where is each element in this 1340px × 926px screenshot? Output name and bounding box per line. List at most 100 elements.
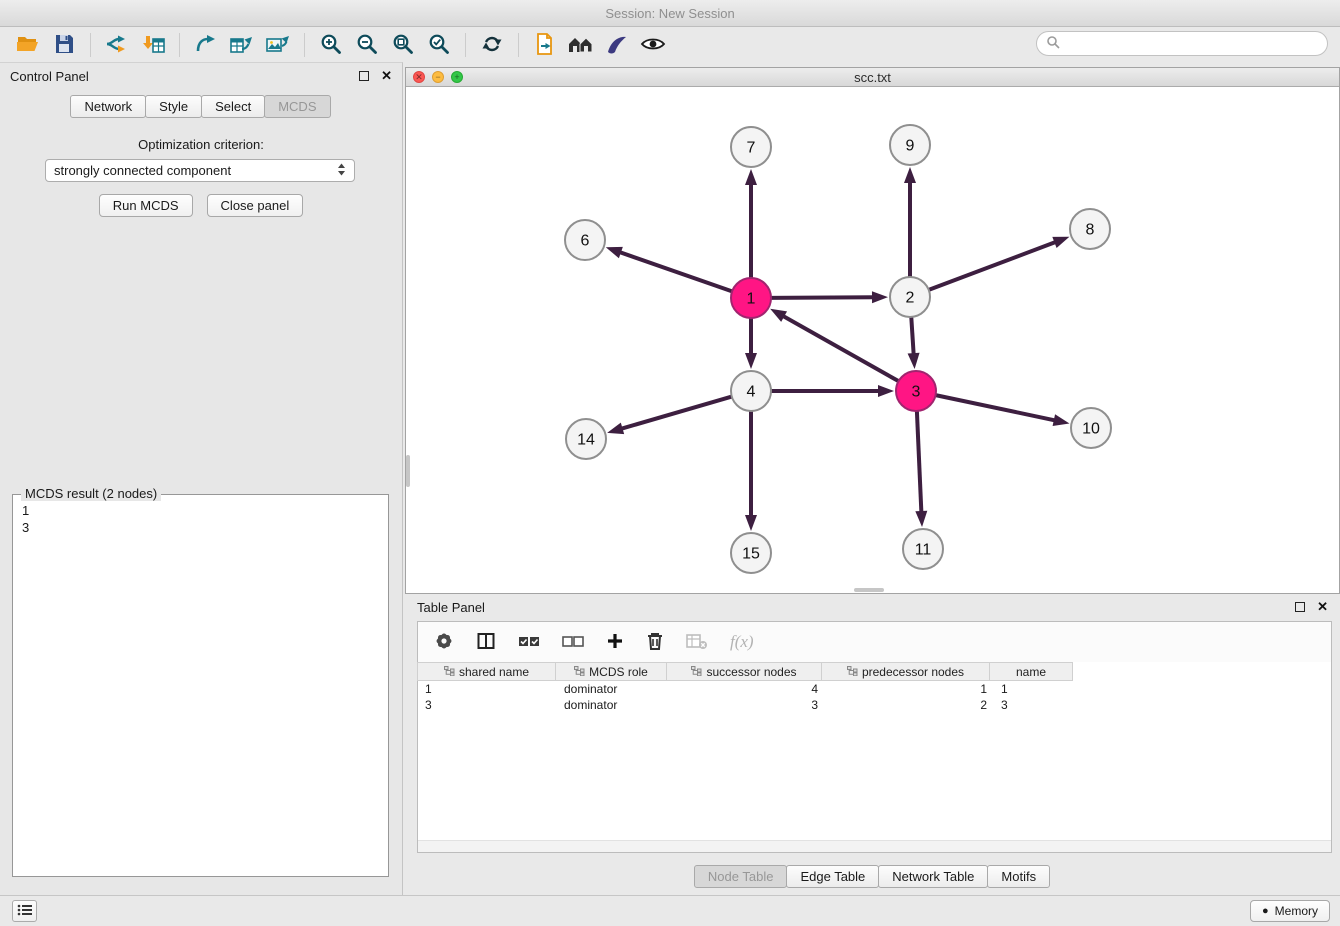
tab-mcds[interactable]: MCDS: [264, 95, 330, 118]
table-settings-button[interactable]: [434, 631, 454, 654]
table-panel-title: Table Panel: [417, 600, 1283, 615]
export-image-icon: [265, 33, 291, 58]
select-all-icon: [518, 637, 540, 652]
tab-style[interactable]: Style: [145, 95, 202, 118]
horizontal-scrollbar[interactable]: [854, 588, 884, 592]
mcds-result-title: MCDS result (2 nodes): [21, 486, 161, 501]
close-panel-icon[interactable]: ✕: [1317, 599, 1328, 615]
run-mcds-button[interactable]: Run MCDS: [99, 194, 193, 217]
sort-icon: [574, 665, 585, 679]
import-network-icon: [104, 33, 130, 58]
column-header-successor-nodes[interactable]: successor nodes: [666, 662, 822, 681]
network-graph[interactable]: 7968124314101511: [406, 87, 1339, 593]
tab-node-table[interactable]: Node Table: [694, 865, 788, 888]
column-label: shared name: [459, 665, 529, 679]
refresh-button[interactable]: [474, 30, 510, 60]
tab-network[interactable]: Network: [70, 95, 146, 118]
edge-arrow-icon: [606, 247, 623, 258]
network-canvas[interactable]: 7968124314101511: [406, 87, 1339, 593]
table-row[interactable]: 3 dominator 3 2 3: [418, 697, 1331, 713]
cell-successor-nodes: 3: [669, 698, 825, 712]
table-toolbar: f(x): [418, 622, 1331, 662]
import-file-button[interactable]: [527, 30, 563, 60]
network-window-title: scc.txt: [854, 70, 891, 85]
task-history-button[interactable]: [12, 900, 37, 922]
node-label: 14: [577, 432, 595, 449]
mcds-result-item: 3: [22, 519, 379, 536]
close-panel-icon[interactable]: ✕: [381, 68, 392, 84]
tab-network-table[interactable]: Network Table: [878, 865, 988, 888]
column-header-name[interactable]: name: [989, 662, 1073, 681]
column-header-shared-name[interactable]: shared name: [417, 662, 556, 681]
float-panel-icon[interactable]: [359, 71, 369, 81]
zoom-fit-icon: [391, 32, 415, 59]
graph-edge-3-1[interactable]: [782, 316, 898, 382]
plus-icon: [606, 638, 624, 653]
vertical-scrollbar[interactable]: [406, 455, 410, 487]
import-table-button[interactable]: [135, 30, 171, 60]
main-toolbar: [0, 27, 1340, 63]
close-window-icon[interactable]: ✕: [413, 71, 425, 83]
zoom-in-button[interactable]: [313, 30, 349, 60]
delete-row-button[interactable]: [646, 631, 664, 654]
node-label: 4: [747, 384, 756, 401]
graph-edge-2-8[interactable]: [929, 242, 1057, 290]
table-row[interactable]: 1 dominator 4 1 1: [418, 681, 1331, 697]
table-horizontal-scrollbar[interactable]: [418, 840, 1331, 852]
zoom-fit-button[interactable]: [385, 30, 421, 60]
save-session-button[interactable]: [46, 30, 82, 60]
maximize-window-icon[interactable]: +: [451, 71, 463, 83]
import-network-button[interactable]: [99, 30, 135, 60]
close-panel-button[interactable]: Close panel: [207, 194, 304, 217]
deselect-all-button[interactable]: [562, 633, 584, 652]
table-panel: Table Panel ✕ f(x) shared name MCDS role…: [405, 594, 1340, 895]
graph-edge-2-3[interactable]: [911, 317, 913, 355]
overview-button[interactable]: [563, 30, 599, 60]
cell-predecessor-nodes: 2: [825, 698, 994, 712]
toolbar-separator: [304, 33, 305, 57]
tab-select[interactable]: Select: [201, 95, 265, 118]
minimize-window-icon[interactable]: −: [432, 71, 444, 83]
export-image-button[interactable]: [260, 30, 296, 60]
graph-edge-1-6[interactable]: [619, 252, 732, 292]
node-label: 9: [906, 138, 915, 155]
control-panel-header: Control Panel ✕: [0, 63, 402, 89]
graph-edge-3-10[interactable]: [936, 395, 1056, 420]
tab-motifs[interactable]: Motifs: [987, 865, 1050, 888]
tab-edge-table[interactable]: Edge Table: [786, 865, 879, 888]
column-label: successor nodes: [706, 665, 796, 679]
export-table-button[interactable]: [224, 30, 260, 60]
show-hide-button[interactable]: [635, 30, 671, 60]
table-tabs: Node Table Edge Table Network Table Moti…: [405, 865, 1340, 888]
cell-name: 1: [994, 682, 1078, 696]
open-folder-icon: [16, 33, 40, 58]
column-chooser-button[interactable]: [476, 631, 496, 654]
node-label: 3: [912, 384, 921, 401]
search-input[interactable]: [1066, 36, 1318, 51]
toolbar-separator: [518, 33, 519, 57]
graph-edge-1-2[interactable]: [771, 297, 874, 298]
select-all-button[interactable]: [518, 633, 540, 652]
search-box[interactable]: [1036, 31, 1328, 56]
mcds-result-group: MCDS result (2 nodes) 1 3: [12, 494, 389, 877]
export-network-button[interactable]: [188, 30, 224, 60]
zoom-selected-button[interactable]: [421, 30, 457, 60]
optimization-criterion-select[interactable]: strongly connected component: [45, 159, 355, 182]
add-row-button[interactable]: [606, 632, 624, 653]
refresh-icon: [480, 32, 504, 59]
open-session-button[interactable]: [10, 30, 46, 60]
column-label: MCDS role: [589, 665, 648, 679]
graph-edge-3-11[interactable]: [917, 411, 922, 513]
column-header-predecessor-nodes[interactable]: predecessor nodes: [821, 662, 990, 681]
column-header-mcds-role[interactable]: MCDS role: [555, 662, 667, 681]
float-panel-icon[interactable]: [1295, 602, 1305, 612]
memory-label: Memory: [1275, 904, 1318, 918]
trash-icon: [646, 639, 664, 654]
memory-button[interactable]: ● Memory: [1250, 900, 1330, 922]
edge-arrow-icon: [745, 353, 757, 369]
style-brush-button[interactable]: [599, 30, 635, 60]
graph-edge-4-14[interactable]: [621, 397, 732, 429]
node-label: 2: [906, 290, 915, 307]
edge-arrow-icon: [745, 169, 757, 185]
zoom-out-button[interactable]: [349, 30, 385, 60]
